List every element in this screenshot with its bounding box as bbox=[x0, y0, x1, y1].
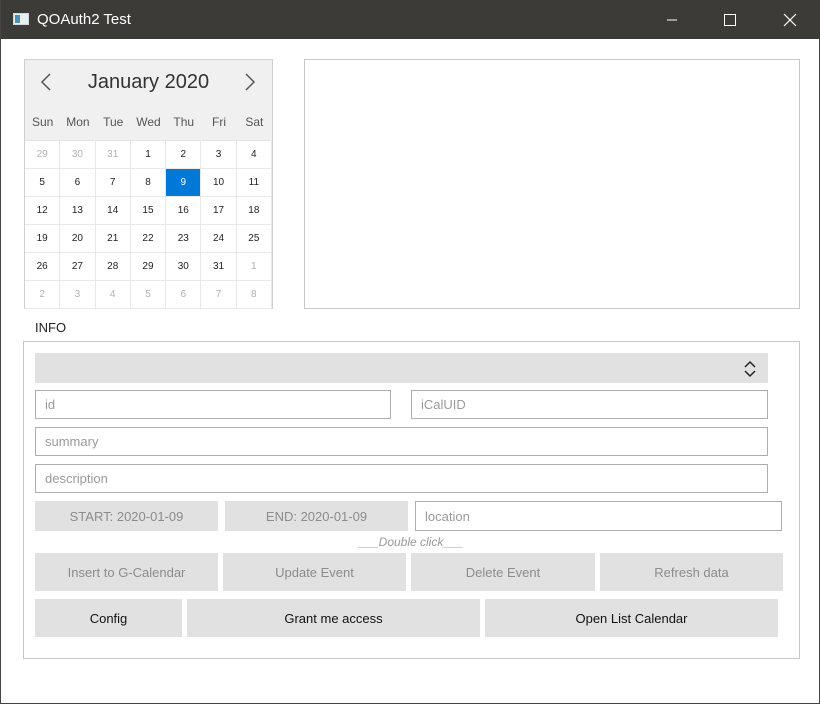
calendar-day[interactable]: 5 bbox=[130, 281, 167, 309]
calendar-day[interactable]: 19 bbox=[25, 225, 61, 253]
weekday-label: Mon bbox=[66, 115, 90, 129]
calendar-day[interactable]: 1 bbox=[236, 253, 272, 281]
calendar-day[interactable]: 12 bbox=[25, 197, 61, 225]
event-select[interactable] bbox=[35, 353, 768, 383]
minimize-icon bbox=[667, 19, 677, 20]
minimize-button[interactable] bbox=[643, 0, 701, 39]
config-button[interactable]: Config bbox=[35, 599, 182, 637]
close-icon bbox=[783, 13, 797, 26]
calendar-month-label[interactable]: January 2020 bbox=[25, 71, 272, 94]
window-title: QOAuth2 Test bbox=[37, 11, 131, 28]
location-input[interactable] bbox=[415, 501, 782, 531]
title-bar: QOAuth2 Test bbox=[1, 0, 820, 39]
summary-input[interactable] bbox=[35, 427, 768, 456]
calendar-day[interactable]: 22 bbox=[130, 225, 167, 253]
weekday-label: Wed bbox=[136, 115, 161, 129]
end-date-field[interactable]: END: 2020-01-09 bbox=[225, 501, 408, 531]
calendar-day[interactable]: 7 bbox=[201, 281, 237, 309]
grant-access-button[interactable]: Grant me access bbox=[187, 599, 480, 637]
weekday-label: Tue bbox=[103, 115, 124, 129]
calendar-day[interactable]: 27 bbox=[60, 253, 96, 281]
calendar-day[interactable]: 21 bbox=[95, 225, 131, 253]
calendar-week-row: 2345678 bbox=[25, 281, 272, 309]
info-section-label: INFO bbox=[35, 320, 67, 335]
icaluid-input[interactable] bbox=[411, 390, 768, 419]
calendar-day[interactable]: 17 bbox=[201, 197, 237, 225]
calendar-day[interactable]: 29 bbox=[25, 141, 61, 169]
calendar-day[interactable]: 2 bbox=[166, 141, 202, 169]
calendar-week-row: 12 13 14 15 16 17 18 bbox=[25, 197, 272, 225]
calendar-day[interactable]: 20 bbox=[60, 225, 96, 253]
calendar-grid: 29 30 31 1 2 3 4 5 6 7 8 9 10 11 12 13 14 15 16 17 18 19 20 21 2… bbox=[25, 141, 272, 309]
calendar-day[interactable]: 9 bbox=[166, 169, 202, 197]
calendar-day[interactable]: 4 bbox=[236, 141, 272, 169]
calendar-day[interactable]: 15 bbox=[130, 197, 167, 225]
calendar-day[interactable]: 18 bbox=[236, 197, 272, 225]
calendar-day[interactable]: 8 bbox=[130, 169, 167, 197]
calendar-widget: January 2020 Sun Mon Tue Wed Thu Fri Sat 29 30 3… bbox=[24, 59, 273, 309]
calendar-day[interactable]: 6 bbox=[166, 281, 202, 309]
weekday-label: Sun bbox=[31, 115, 54, 129]
weekday-header: Sun Mon Tue Wed Thu Fri Sat bbox=[25, 104, 272, 141]
description-input[interactable] bbox=[35, 464, 768, 493]
calendar-day[interactable]: 25 bbox=[236, 225, 272, 253]
calendar-day[interactable]: 10 bbox=[201, 169, 237, 197]
calendar-day[interactable]: 3 bbox=[201, 141, 237, 169]
calendar-day[interactable]: 11 bbox=[236, 169, 272, 197]
weekday-label: Thu bbox=[173, 115, 195, 129]
calendar-day[interactable]: 3 bbox=[60, 281, 96, 309]
calendar-day[interactable]: 24 bbox=[201, 225, 237, 253]
close-button[interactable] bbox=[761, 0, 819, 39]
calendar-day[interactable]: 30 bbox=[166, 253, 202, 281]
main-window: QOAuth2 Test January 2020 Sun Mon Tue Wed Th… bbox=[0, 0, 820, 704]
maximize-button[interactable] bbox=[701, 0, 759, 39]
calendar-day[interactable]: 7 bbox=[95, 169, 131, 197]
calendar-day[interactable]: 8 bbox=[236, 281, 272, 309]
calendar-day[interactable]: 13 bbox=[60, 197, 96, 225]
double-click-hint: ___Double click___ bbox=[358, 535, 464, 549]
chevron-right-icon bbox=[245, 73, 256, 91]
refresh-data-button[interactable]: Refresh data bbox=[600, 553, 783, 591]
open-list-calendar-button[interactable]: Open List Calendar bbox=[485, 599, 778, 637]
calendar-day[interactable]: 14 bbox=[95, 197, 131, 225]
calendar-day[interactable]: 29 bbox=[130, 253, 167, 281]
calendar-week-row: 29 30 31 1 2 3 4 bbox=[25, 141, 272, 169]
update-event-button[interactable]: Update Event bbox=[223, 553, 406, 591]
calendar-day[interactable]: 5 bbox=[25, 169, 61, 197]
calendar-week-row: 5 6 7 8 9 10 11 bbox=[25, 169, 272, 197]
app-icon bbox=[13, 13, 29, 25]
calendar-day[interactable]: 6 bbox=[60, 169, 96, 197]
up-down-arrow-icon bbox=[744, 360, 756, 378]
delete-event-button[interactable]: Delete Event bbox=[411, 553, 595, 591]
calendar-day[interactable]: 4 bbox=[95, 281, 131, 309]
calendar-week-row: 19 20 21 22 23 24 25 bbox=[25, 225, 272, 253]
calendar-day[interactable]: 1 bbox=[130, 141, 167, 169]
calendar-day[interactable]: 16 bbox=[166, 197, 202, 225]
maximize-icon bbox=[724, 13, 736, 26]
weekday-label: Sat bbox=[245, 115, 264, 129]
calendar-day[interactable]: 31 bbox=[201, 253, 237, 281]
weekday-label: Fri bbox=[212, 115, 227, 129]
calendar-week-row: 26 27 28 29 30 31 1 bbox=[25, 253, 272, 281]
id-input[interactable] bbox=[35, 390, 391, 419]
calendar-day[interactable]: 26 bbox=[25, 253, 61, 281]
event-list-panel[interactable] bbox=[304, 59, 800, 309]
calendar-day[interactable]: 23 bbox=[166, 225, 202, 253]
calendar-header: January 2020 bbox=[25, 60, 272, 105]
calendar-day[interactable]: 28 bbox=[95, 253, 131, 281]
next-month-button[interactable] bbox=[240, 72, 260, 92]
insert-event-button[interactable]: Insert to G-Calendar bbox=[35, 553, 218, 591]
calendar-day[interactable]: 2 bbox=[25, 281, 61, 309]
calendar-day[interactable]: 31 bbox=[95, 141, 131, 169]
calendar-day[interactable]: 30 bbox=[60, 141, 96, 169]
start-date-field[interactable]: START: 2020-01-09 bbox=[35, 501, 218, 531]
